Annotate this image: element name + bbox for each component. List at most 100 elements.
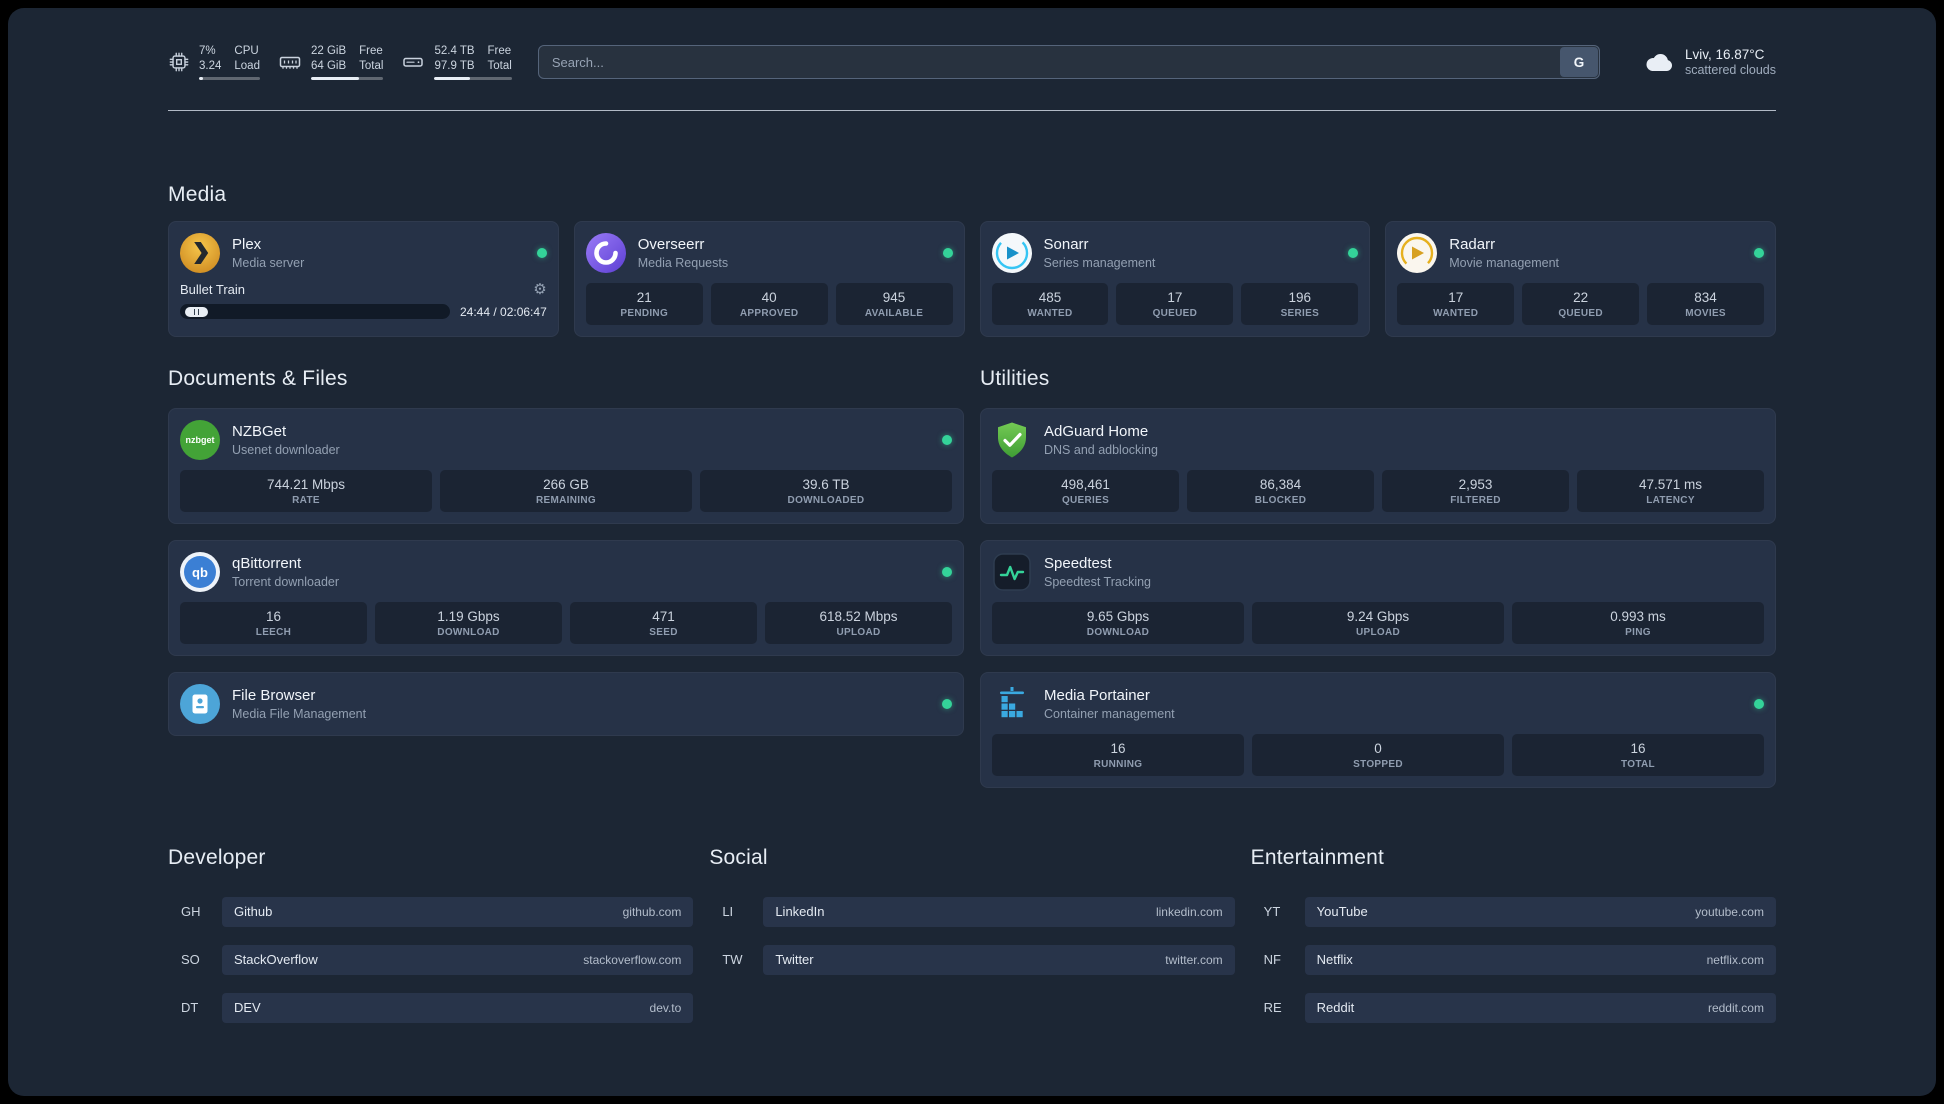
service-description: Series management [1043, 256, 1156, 271]
service-card-speedtest[interactable]: Speedtest Speedtest Tracking 9.65 Gbps D… [980, 540, 1776, 656]
stats-row: 17 WANTED 22 QUEUED 834 MOVIES [1397, 283, 1765, 326]
service-card-sonarr[interactable]: Sonarr Series management 485 WANTED 17 Q… [979, 221, 1371, 338]
dashboard: 7% 3.24 CPU Load 22 GiB 64 GiB Free Tota… [8, 8, 1936, 1096]
bookmark-body: LinkedIn linkedin.com [763, 896, 1235, 927]
cpu-load-label: Load [234, 60, 260, 73]
stat-value: 40 [761, 290, 777, 306]
bookmark-list: LI LinkedIn linkedin.com TW Twitter twit… [709, 896, 1235, 975]
utilities-cards: AdGuard Home DNS and adblocking 498,461 … [980, 408, 1776, 788]
filebrowser-card-header: File Browser Media File Management [180, 683, 952, 724]
status-dot [942, 435, 952, 446]
stat-label: DOWNLOAD [1086, 626, 1150, 638]
media-cards-row: Plex Media server Bullet Train ⚙ 24:44 /… [168, 221, 1776, 338]
overseerr-card-header: Overseerr Media Requests [585, 233, 953, 274]
bookmark-netflix[interactable]: NF Netflix netflix.com [1251, 944, 1776, 975]
bookmark-github[interactable]: GH Github github.com [168, 896, 694, 927]
bookmark-list: YT YouTube youtube.com NF Netflix netfli… [1251, 896, 1776, 1023]
bookmark-linkedin[interactable]: LI LinkedIn linkedin.com [709, 896, 1235, 927]
cloud-icon [1646, 53, 1672, 71]
bookmark-url: reddit.com [1707, 1000, 1764, 1015]
service-name: File Browser [232, 686, 316, 704]
bookmark-group-title: Entertainment [1250, 845, 1384, 869]
main-content: Media Plex Media server Bullet Train ⚙ 2… [8, 183, 1936, 1059]
bookmark-url: dev.to [649, 1000, 682, 1015]
service-description: Media server [232, 256, 305, 271]
section-title-media: Media [168, 183, 227, 207]
disk-total-value: 97.9 TB [434, 60, 475, 73]
service-card-filebrowser[interactable]: File Browser Media File Management [168, 671, 964, 736]
radarr-card-header: Radarr Movie management [1397, 233, 1764, 274]
adguard-card-header: AdGuard Home DNS and adblocking [992, 420, 1764, 460]
memory-icon [279, 56, 301, 69]
service-card-plex[interactable]: Plex Media server Bullet Train ⚙ 24:44 /… [168, 221, 559, 338]
search-bar: G [537, 45, 1600, 80]
stat-value: 9.65 Gbps [1086, 609, 1150, 625]
stats-row: 485 WANTED 17 QUEUED 196 SERIES [991, 283, 1359, 326]
stat-label: STOPPED [1353, 758, 1403, 770]
bookmark-abbr: DT [181, 1000, 199, 1016]
bookmark-abbr: RE [1263, 1000, 1282, 1016]
disk-widget: 52.4 TB 97.9 TB Free Total [401, 44, 512, 81]
weather-text: Lviv, 16.87°C scattered clouds [1685, 47, 1776, 77]
stat-value: 485 [1038, 290, 1062, 306]
bookmark-youtube[interactable]: YT YouTube youtube.com [1251, 896, 1776, 927]
stat-label: DOWNLOADED [787, 495, 865, 507]
stat-remaining: 266 GB REMAINING [440, 470, 692, 513]
stat-label: QUEUED [1558, 308, 1603, 320]
stat-wanted: 485 WANTED [991, 283, 1109, 326]
documents-cards: nzbget NZBGet Usenet downloader 744.21 M… [168, 408, 964, 736]
stat-label: QUEUED [1152, 308, 1198, 320]
filebrowser-titles: File Browser Media File Management [232, 687, 366, 721]
speedtest-card-header: Speedtest Speedtest Tracking [992, 552, 1764, 592]
service-card-radarr[interactable]: Radarr Movie management 17 WANTED 22 QUE… [1385, 221, 1776, 338]
stat-queued: 17 QUEUED [1116, 283, 1234, 326]
bookmark-url: stackoverflow.com [583, 952, 682, 967]
stat-value: 17 [1448, 290, 1464, 306]
stat-label: FILTERED [1450, 495, 1501, 507]
service-name: Media Portainer [1044, 686, 1150, 704]
search-provider-button[interactable]: G [1559, 47, 1598, 78]
bookmark-abbr: LI [722, 904, 734, 920]
service-card-qbittorrent[interactable]: qb qBittorrent Torrent downloader 16 LEE… [168, 540, 964, 656]
stat-label: DOWNLOAD [437, 626, 500, 638]
stat-value: 9.24 Gbps [1346, 609, 1410, 625]
bookmark-twitter[interactable]: TW Twitter twitter.com [709, 944, 1235, 975]
memory-widget: 22 GiB 64 GiB Free Total [278, 44, 384, 81]
cpu-widget: 7% 3.24 CPU Load [168, 44, 260, 81]
service-card-adguard[interactable]: AdGuard Home DNS and adblocking 498,461 … [980, 408, 1776, 525]
stat-value: 21 [636, 290, 652, 306]
gear-icon[interactable]: ⚙ [533, 282, 546, 297]
bookmark-reddit[interactable]: RE Reddit reddit.com [1251, 992, 1776, 1023]
stat-label: SEED [649, 626, 678, 638]
service-description: Media Requests [637, 256, 729, 271]
stat-seed: 471 SEED [570, 602, 757, 644]
speedtest-icon [993, 553, 1031, 591]
stat-label: AVAILABLE [864, 308, 924, 320]
radarr-titles: Radarr Movie management [1449, 236, 1559, 270]
bookmark-body: Reddit reddit.com [1304, 992, 1776, 1023]
stat-value: 945 [882, 290, 906, 306]
stat-value: 22 [1573, 290, 1589, 306]
stat-value: 16 [1630, 740, 1646, 756]
weather-condition: scattered clouds [1684, 63, 1776, 78]
service-card-portainer[interactable]: Media Portainer Container management 16 … [980, 671, 1776, 788]
bookmark-dev[interactable]: DT DEV dev.to [168, 992, 694, 1023]
service-description: Media File Management [232, 706, 367, 721]
stat-download: 1.19 Gbps DOWNLOAD [375, 602, 562, 644]
service-name: Radarr [1449, 236, 1496, 254]
nzbget-titles: NZBGet Usenet downloader [232, 423, 340, 457]
bookmark-group-entertainment: Entertainment YT YouTube youtube.com NF … [1251, 846, 1776, 1023]
service-card-overseerr[interactable]: Overseerr Media Requests 21 PENDING 40 A… [573, 221, 965, 338]
bookmark-stackoverflow[interactable]: SO StackOverflow stackoverflow.com [168, 944, 694, 975]
service-description: Usenet downloader [232, 443, 340, 458]
stat-upload: 618.52 Mbps UPLOAD [765, 602, 952, 644]
pause-button[interactable] [185, 306, 208, 317]
sonarr-titles: Sonarr Series management [1044, 236, 1156, 270]
service-card-nzbget[interactable]: nzbget NZBGet Usenet downloader 744.21 M… [168, 408, 964, 525]
search-input[interactable] [537, 45, 1600, 80]
section-title-utilities: Utilities [980, 367, 1050, 391]
memory-total-value: 64 GiB [310, 60, 347, 73]
service-description: DNS and adblocking [1044, 443, 1158, 458]
seek-bar[interactable] [180, 304, 450, 320]
bookmark-url: twitter.com [1165, 952, 1223, 967]
